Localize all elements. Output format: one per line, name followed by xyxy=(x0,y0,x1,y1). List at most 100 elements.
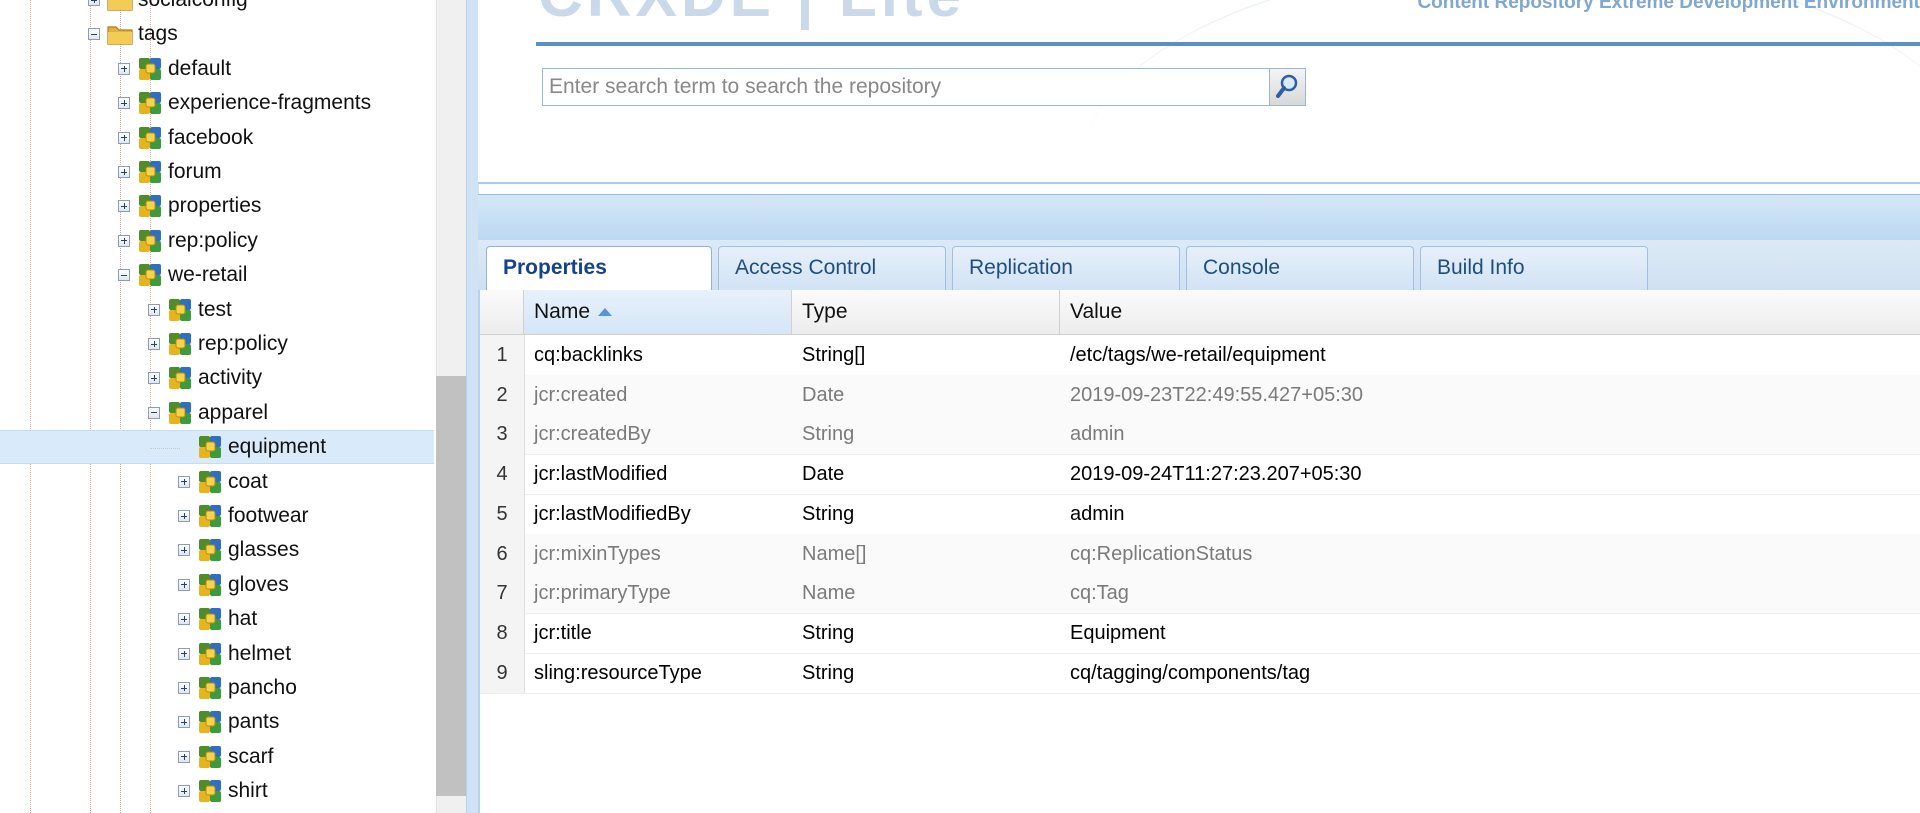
tree-item[interactable]: helmet xyxy=(0,637,434,671)
property-name[interactable]: jcr:created xyxy=(534,375,627,415)
search-button[interactable] xyxy=(1270,68,1306,106)
tag-node-icon xyxy=(166,364,194,392)
tree-item[interactable]: tags xyxy=(0,17,434,51)
tree-item-label: pancho xyxy=(228,676,297,699)
repository-search-input[interactable] xyxy=(542,68,1270,106)
property-type[interactable]: String xyxy=(802,613,854,653)
property-value[interactable]: cq:Tag xyxy=(1070,573,1129,613)
tab-access-control[interactable]: Access Control xyxy=(718,246,946,290)
property-name[interactable]: jcr:primaryType xyxy=(534,573,671,613)
property-name[interactable]: cq:backlinks xyxy=(534,335,643,375)
expand-icon[interactable] xyxy=(178,785,190,798)
tree-item[interactable]: activity xyxy=(0,361,434,395)
tab-replication[interactable]: Replication xyxy=(952,246,1180,290)
property-row[interactable]: 8 jcr:title String Equipment xyxy=(480,612,1920,654)
tree-item[interactable]: test xyxy=(0,293,434,327)
expand-icon[interactable] xyxy=(178,647,190,660)
tree-item[interactable]: coat xyxy=(0,465,434,499)
property-name[interactable]: jcr:lastModifiedBy xyxy=(534,494,691,534)
collapse-icon[interactable] xyxy=(148,406,160,419)
property-row[interactable]: 6 jcr:mixinTypes Name[] cq:ReplicationStatu… xyxy=(480,533,1920,575)
tree-item[interactable]: hat xyxy=(0,602,434,636)
tree-item[interactable]: scarf xyxy=(0,740,434,774)
expand-icon[interactable] xyxy=(118,97,130,110)
tree-item[interactable]: glasses xyxy=(0,533,434,567)
expand-icon[interactable] xyxy=(178,682,190,694)
tree-item[interactable]: pants xyxy=(0,705,434,739)
property-value[interactable]: cq/tagging/components/tag xyxy=(1070,653,1310,693)
property-row[interactable]: 9 sling:resourceType String cq/tagging/comp… xyxy=(480,652,1920,694)
property-type[interactable]: String xyxy=(802,653,854,693)
property-value[interactable]: Equipment xyxy=(1070,613,1166,653)
expand-icon[interactable] xyxy=(178,544,190,557)
expand-icon[interactable] xyxy=(88,0,100,6)
tab-properties[interactable]: Properties xyxy=(486,246,712,292)
property-name[interactable]: jcr:mixinTypes xyxy=(534,534,661,574)
tree-item[interactable]: facebook xyxy=(0,121,434,155)
expand-icon[interactable] xyxy=(118,200,130,213)
column-header-name[interactable]: Name xyxy=(524,290,792,334)
expand-icon[interactable] xyxy=(148,303,160,316)
property-name[interactable]: jcr:createdBy xyxy=(534,414,651,454)
expand-icon[interactable] xyxy=(178,750,190,763)
property-value[interactable]: 2019-09-23T22:49:55.427+05:30 xyxy=(1070,375,1363,415)
collapse-icon[interactable] xyxy=(88,28,100,41)
property-row[interactable]: 4 jcr:lastModified Date 2019-09-24T11:27:23… xyxy=(480,454,1920,496)
property-type[interactable]: String[] xyxy=(802,335,865,375)
expand-icon[interactable] xyxy=(118,166,130,178)
property-row[interactable]: 2 jcr:created Date 2019-09-23T22:49:55.427+… xyxy=(480,374,1920,416)
property-type[interactable]: String xyxy=(802,414,854,454)
property-value[interactable]: /etc/tags/we-retail/equipment xyxy=(1070,335,1326,375)
property-row[interactable]: 7 jcr:primaryType Name cq:Tag xyxy=(480,573,1920,615)
tree-item[interactable]: equipment xyxy=(0,430,434,465)
property-type[interactable]: String xyxy=(802,494,854,534)
expand-icon[interactable] xyxy=(178,510,190,522)
tree-item[interactable]: properties xyxy=(0,189,434,223)
expand-icon[interactable] xyxy=(178,613,190,626)
property-row[interactable]: 1 cq:backlinks String[] /etc/tags/we-retail… xyxy=(480,335,1920,376)
tree-item[interactable]: default xyxy=(0,52,434,86)
tree-item[interactable]: pancho xyxy=(0,671,434,705)
tree-item[interactable]: rep:policy xyxy=(0,327,434,361)
tree-item[interactable]: forum xyxy=(0,155,434,189)
tag-node-icon xyxy=(196,433,224,461)
expand-icon[interactable] xyxy=(178,716,190,729)
property-type[interactable]: Name[] xyxy=(802,534,866,574)
tag-node-icon xyxy=(136,124,164,152)
tree-item[interactable]: footwear xyxy=(0,499,434,533)
tree-item[interactable]: apparel xyxy=(0,396,434,430)
property-type[interactable]: Name xyxy=(802,573,855,613)
tree-item[interactable]: gloves xyxy=(0,568,434,602)
expand-icon[interactable] xyxy=(178,578,190,591)
tree-item[interactable]: we-retail xyxy=(0,258,434,292)
expand-icon[interactable] xyxy=(118,234,130,247)
tree-scrollbar-thumb[interactable] xyxy=(436,376,466,796)
property-row[interactable]: 3 jcr:createdBy String admin xyxy=(480,414,1920,456)
tree-item[interactable]: experience-fragments xyxy=(0,86,434,120)
property-row[interactable]: 5 jcr:lastModifiedBy String admin xyxy=(480,493,1920,535)
property-value[interactable]: admin xyxy=(1070,494,1124,534)
property-type[interactable]: Date xyxy=(802,375,844,415)
tab-build-info[interactable]: Build Info xyxy=(1420,246,1648,290)
expand-icon[interactable] xyxy=(118,62,130,75)
property-value[interactable]: 2019-09-24T11:27:23.207+05:30 xyxy=(1070,454,1362,494)
tab-console[interactable]: Console xyxy=(1186,246,1414,290)
collapse-icon[interactable] xyxy=(118,269,130,282)
expand-icon[interactable] xyxy=(148,338,160,350)
property-name[interactable]: jcr:lastModified xyxy=(534,454,667,494)
property-value[interactable]: cq:ReplicationStatus xyxy=(1070,534,1252,574)
expand-icon[interactable] xyxy=(178,475,190,488)
column-header-value[interactable]: Value xyxy=(1060,290,1920,334)
tree-item[interactable]: rep:policy xyxy=(0,224,434,258)
property-value[interactable]: admin xyxy=(1070,414,1124,454)
property-type[interactable]: Date xyxy=(802,454,844,494)
expand-icon[interactable] xyxy=(148,372,160,385)
column-header-type[interactable]: Type xyxy=(792,290,1060,334)
property-name[interactable]: jcr:title xyxy=(534,613,592,653)
tree-item[interactable]: socialconfig xyxy=(0,0,434,17)
property-name[interactable]: sling:resourceType xyxy=(534,653,702,693)
column-header-type-label: Type xyxy=(802,300,848,323)
expand-icon[interactable] xyxy=(118,131,130,144)
tree-item[interactable]: shirt xyxy=(0,774,434,808)
tree-item-label: facebook xyxy=(168,125,254,149)
